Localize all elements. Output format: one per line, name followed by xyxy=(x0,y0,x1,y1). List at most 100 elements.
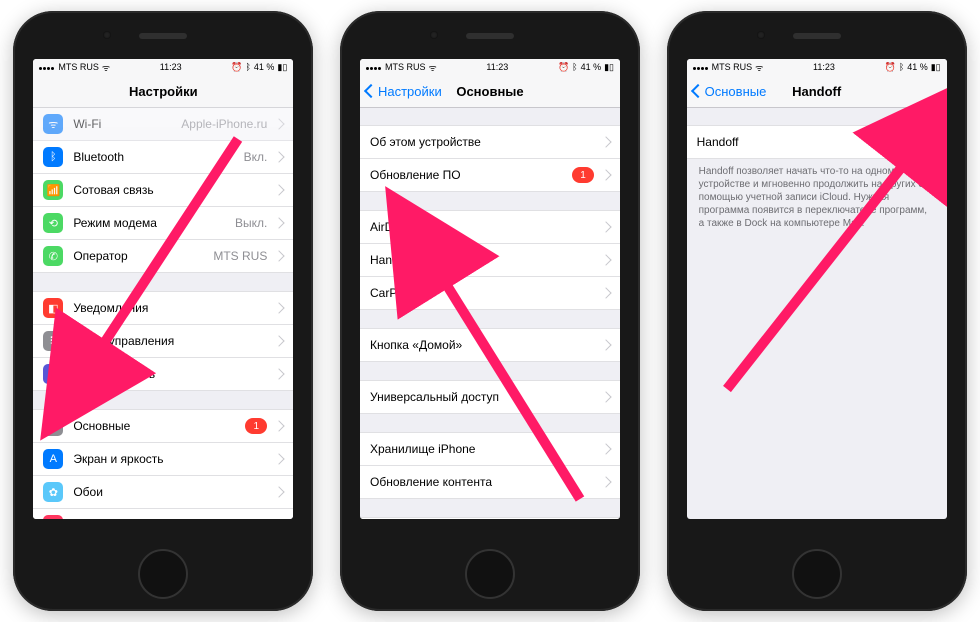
cell-notifications[interactable]: ◧Уведомления xyxy=(33,291,293,325)
group-accessibility: Универсальный доступ xyxy=(360,380,620,414)
home-button[interactable] xyxy=(465,549,515,599)
gear-icon: ⚙ xyxy=(43,416,63,436)
alarm-icon: ⏰ xyxy=(231,62,242,73)
cell-cellular[interactable]: 📶Сотовая связь xyxy=(33,174,293,207)
group-home: Кнопка «Домой» xyxy=(360,328,620,362)
speaker-slot xyxy=(466,33,514,39)
handoff-label: Handoff xyxy=(697,135,899,149)
clock: 11:23 xyxy=(813,62,835,72)
clock: 11:23 xyxy=(486,62,508,72)
cell-background-refresh[interactable]: Обновление контента xyxy=(360,466,620,499)
screen-general: MTS RUSᯤ 11:23 ⏰ᛒ 41 %▮▯ Настройки Основн… xyxy=(360,59,620,519)
wifi-icon: ᯤ xyxy=(43,114,63,134)
cell-software-update[interactable]: Обновление ПО1 xyxy=(360,159,620,192)
navbar: Основные Handoff xyxy=(687,75,947,108)
flower-icon: ✿ xyxy=(43,482,63,502)
cell-airdrop[interactable]: AirDrop xyxy=(360,210,620,244)
signal-icon xyxy=(39,62,55,72)
phone-icon: ✆ xyxy=(43,246,63,266)
battery-icon: ▮▯ xyxy=(604,62,614,73)
cell-bluetooth[interactable]: ᛒBluetoothВкл. xyxy=(33,141,293,174)
handoff-switch[interactable] xyxy=(899,131,937,153)
cell-wallpaper[interactable]: ✿Обои xyxy=(33,476,293,509)
screen-handoff: MTS RUSᯤ 11:23 ⏰ᛒ41 %▮▯ Основные Handoff… xyxy=(687,59,947,519)
signal-icon xyxy=(366,62,382,72)
group-general: ⚙Основные1 AЭкран и яркость ✿Обои ♪Звуки… xyxy=(33,409,293,519)
carrier-label: MTS RUS xyxy=(712,62,753,72)
camera-dot xyxy=(103,31,111,39)
group-restrictions: ОграниченияВыкл. xyxy=(360,517,620,519)
group-about: Об этом устройстве Обновление ПО1 xyxy=(360,125,620,192)
camera-dot xyxy=(757,31,765,39)
cell-dnd[interactable]: ☾Не беспокоить xyxy=(33,358,293,391)
navbar: Настройки xyxy=(33,75,293,108)
navbar: Настройки Основные xyxy=(360,75,620,108)
update-badge: 1 xyxy=(572,167,594,183)
status-bar: MTS RUS ᯤ 11:23 ⏰ ᛒ 41 % ▮▯ xyxy=(33,59,293,75)
battery-label: 41 % xyxy=(254,62,275,72)
bluetooth-icon: ᛒ xyxy=(43,147,63,167)
battery-icon: ▮▯ xyxy=(931,62,941,73)
general-list[interactable]: Об этом устройстве Обновление ПО1 AirDro… xyxy=(360,107,620,519)
cell-accessibility[interactable]: Универсальный доступ xyxy=(360,380,620,414)
moon-icon: ☾ xyxy=(43,364,63,384)
cell-storage[interactable]: Хранилище iPhone xyxy=(360,432,620,466)
speaker-icon: ♪ xyxy=(43,515,63,519)
cell-display[interactable]: AЭкран и яркость xyxy=(33,443,293,476)
chevron-left-icon xyxy=(366,84,376,99)
update-badge: 1 xyxy=(245,418,267,434)
notification-icon: ◧ xyxy=(43,298,63,318)
antenna-icon: 📶 xyxy=(43,180,63,200)
cell-control-center[interactable]: ⠿Пункт управления xyxy=(33,325,293,358)
cell-hotspot[interactable]: ⟲Режим модемаВыкл. xyxy=(33,207,293,240)
cell-home-button[interactable]: Кнопка «Домой» xyxy=(360,328,620,362)
cell-carplay[interactable]: CarPlay xyxy=(360,277,620,310)
home-button[interactable] xyxy=(138,549,188,599)
wifi-icon: ᯤ xyxy=(428,61,436,74)
cell-handoff[interactable]: Handoff xyxy=(360,244,620,277)
screen-settings: MTS RUS ᯤ 11:23 ⏰ ᛒ 41 % ▮▯ Настройки ᯤW… xyxy=(33,59,293,519)
back-button[interactable]: Настройки xyxy=(366,84,442,99)
bluetooth-icon: ᛒ xyxy=(899,62,904,72)
carrier-label: MTS RUS xyxy=(385,62,426,72)
phone-frame-2: MTS RUSᯤ 11:23 ⏰ᛒ 41 %▮▯ Настройки Основн… xyxy=(340,11,640,611)
chevron-left-icon xyxy=(693,84,703,99)
wifi-icon: ᯤ xyxy=(102,61,110,74)
speaker-slot xyxy=(793,33,841,39)
settings-list[interactable]: ᯤWi-FiApple-iPhone.ru ᛒBluetoothВкл. 📶Со… xyxy=(33,107,293,519)
cell-carrier[interactable]: ✆ОператорMTS RUS xyxy=(33,240,293,273)
battery-label: 41 % xyxy=(907,62,928,72)
alarm-icon: ⏰ xyxy=(558,62,569,73)
cell-general[interactable]: ⚙Основные1 xyxy=(33,409,293,443)
link-icon: ⟲ xyxy=(43,213,63,233)
group-handoff: Handoff xyxy=(687,125,947,159)
home-button[interactable] xyxy=(792,549,842,599)
camera-dot xyxy=(430,31,438,39)
bluetooth-icon: ᛒ xyxy=(246,62,251,72)
group-continuity: AirDrop Handoff CarPlay xyxy=(360,210,620,310)
battery-icon: ▮▯ xyxy=(277,62,287,73)
handoff-description: Handoff позволяет начать что-то на одном… xyxy=(687,159,947,230)
clock: 11:23 xyxy=(160,62,182,72)
alarm-icon: ⏰ xyxy=(885,62,896,73)
page-title: Основные xyxy=(456,84,523,99)
status-bar: MTS RUSᯤ 11:23 ⏰ᛒ 41 %▮▯ xyxy=(360,59,620,75)
speaker-slot xyxy=(139,33,187,39)
brightness-icon: A xyxy=(43,449,63,469)
cell-about[interactable]: Об этом устройстве xyxy=(360,125,620,159)
cell-sounds[interactable]: ♪Звуки, тактильные сигналы xyxy=(33,509,293,519)
battery-label: 41 % xyxy=(581,62,602,72)
group-notifications: ◧Уведомления ⠿Пункт управления ☾Не беспо… xyxy=(33,291,293,391)
group-connectivity: ᯤWi-FiApple-iPhone.ru ᛒBluetoothВкл. 📶Со… xyxy=(33,107,293,273)
handoff-pane: Handoff Handoff позволяет начать что-то … xyxy=(687,107,947,519)
phone-frame-3: MTS RUSᯤ 11:23 ⏰ᛒ41 %▮▯ Основные Handoff… xyxy=(667,11,967,611)
back-button[interactable]: Основные xyxy=(693,84,767,99)
cell-restrictions[interactable]: ОграниченияВыкл. xyxy=(360,517,620,519)
cell-handoff-toggle[interactable]: Handoff xyxy=(687,125,947,159)
bluetooth-icon: ᛒ xyxy=(572,62,577,72)
wifi-icon: ᯤ xyxy=(755,61,763,74)
carrier-label: MTS RUS xyxy=(58,62,99,72)
group-storage: Хранилище iPhone Обновление контента xyxy=(360,432,620,499)
status-bar: MTS RUSᯤ 11:23 ⏰ᛒ41 %▮▯ xyxy=(687,59,947,75)
cell-wifi[interactable]: ᯤWi-FiApple-iPhone.ru xyxy=(33,107,293,141)
